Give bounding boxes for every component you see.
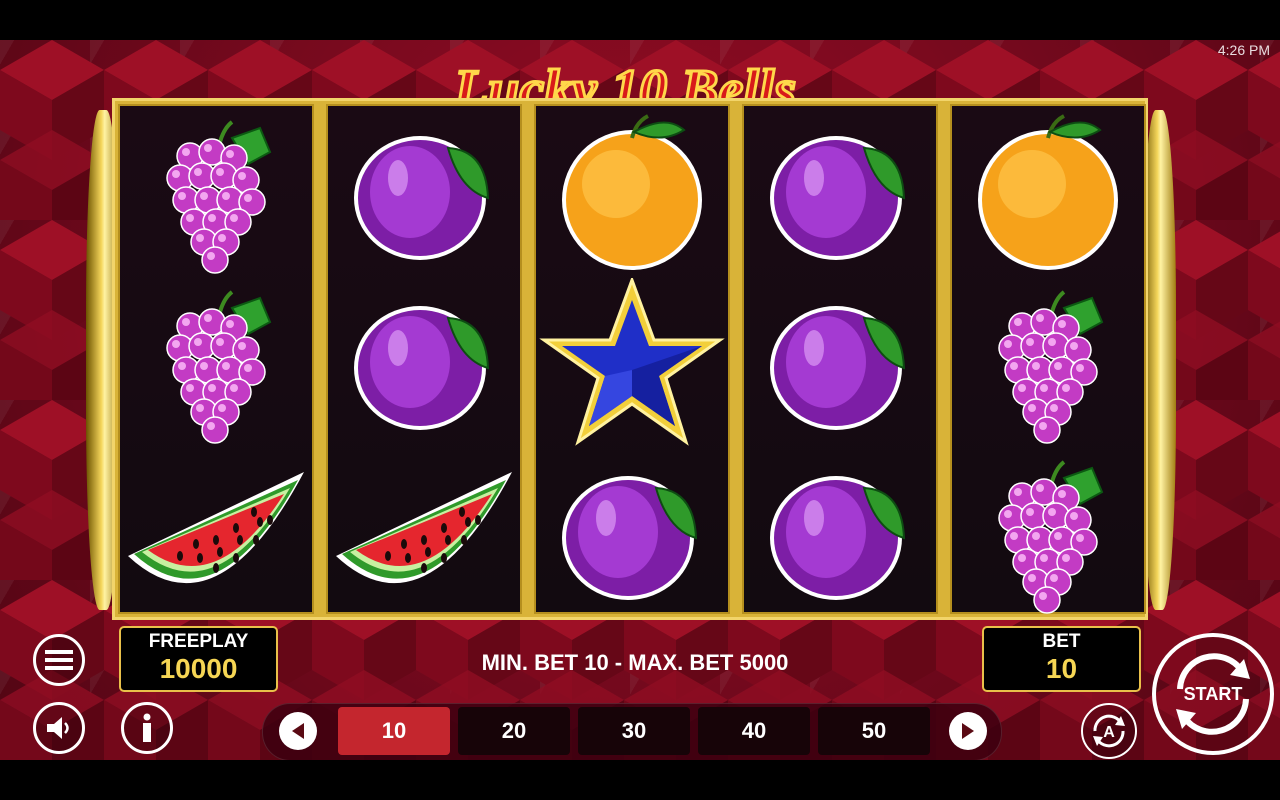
plum-icon bbox=[744, 448, 936, 616]
reel-1 bbox=[118, 104, 314, 614]
bet-option[interactable]: 20 bbox=[458, 707, 570, 755]
reel-frame bbox=[82, 98, 1180, 620]
bet-option[interactable]: 40 bbox=[698, 707, 810, 755]
bet-selector: 10 20 30 40 50 bbox=[262, 703, 1002, 760]
reel-5 bbox=[950, 104, 1146, 614]
grapes-icon bbox=[120, 278, 312, 446]
start-label: START bbox=[1183, 683, 1243, 704]
freeplay-label: FREEPLAY bbox=[148, 631, 249, 652]
bet-panel: BET 10 bbox=[982, 626, 1141, 692]
autoplay-icon: A bbox=[1093, 714, 1125, 748]
sound-button[interactable] bbox=[33, 702, 85, 754]
star-icon bbox=[536, 278, 728, 446]
watermelon-icon bbox=[120, 448, 312, 616]
grapes-icon bbox=[952, 448, 1144, 616]
status-time: 4:26 PM bbox=[1217, 42, 1270, 58]
bet-option[interactable]: 50 bbox=[818, 707, 930, 755]
bet-next-button[interactable] bbox=[949, 712, 987, 750]
game-stage: 4:26 PM Lucky 10 Bells FREEPLAY 10000 MI… bbox=[0, 40, 1280, 760]
info-button[interactable] bbox=[121, 702, 173, 754]
info-icon bbox=[143, 713, 151, 742]
bet-label: BET bbox=[1042, 631, 1081, 652]
bet-option[interactable]: 10 bbox=[338, 707, 450, 755]
freeplay-value: 10000 bbox=[159, 653, 238, 684]
menu-button[interactable] bbox=[33, 634, 85, 686]
watermelon-icon bbox=[328, 448, 520, 616]
grapes-icon bbox=[952, 278, 1144, 446]
svg-text:A: A bbox=[1103, 724, 1115, 741]
orange-icon bbox=[536, 108, 728, 276]
autoplay-button[interactable]: A bbox=[1081, 703, 1137, 759]
speaker-icon bbox=[47, 717, 69, 739]
bet-prev-button[interactable] bbox=[279, 712, 317, 750]
plum-icon bbox=[744, 278, 936, 446]
chevron-left-icon bbox=[292, 723, 304, 739]
plum-icon bbox=[328, 108, 520, 276]
bet-limits: MIN. BET 10 - MAX. BET 5000 bbox=[481, 650, 789, 675]
plum-icon bbox=[328, 278, 520, 446]
bet-option[interactable]: 30 bbox=[578, 707, 690, 755]
plum-icon bbox=[744, 108, 936, 276]
bet-value: 10 bbox=[1045, 653, 1078, 684]
reel-4 bbox=[742, 104, 938, 614]
reel-3 bbox=[534, 104, 730, 614]
chevron-right-icon bbox=[962, 723, 974, 739]
reel-2 bbox=[326, 104, 522, 614]
plum-icon bbox=[536, 448, 728, 616]
freeplay-panel: FREEPLAY 10000 bbox=[119, 626, 278, 692]
start-button[interactable]: START bbox=[1152, 633, 1274, 755]
menu-icon bbox=[45, 650, 73, 670]
orange-icon bbox=[952, 108, 1144, 276]
reel-area bbox=[112, 98, 1148, 620]
grapes-icon bbox=[120, 108, 312, 276]
